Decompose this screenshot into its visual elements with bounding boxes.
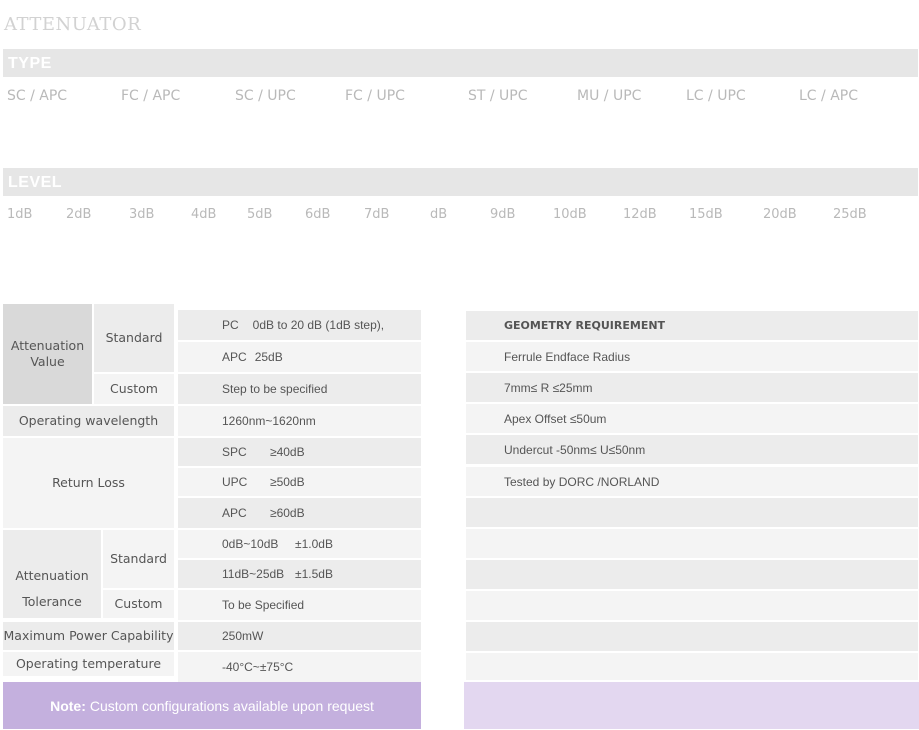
- note-label: Note:: [50, 697, 86, 714]
- geometry-row-8: [466, 560, 918, 589]
- pc-value: 0dB to 20 dB (1dB step),: [252, 318, 385, 332]
- geometry-row-6: [466, 498, 918, 527]
- return-loss-upc-name: UPC: [222, 475, 248, 489]
- max-power-label: Maximum Power Capability: [3, 622, 174, 650]
- level-option-1db[interactable]: 1dB: [7, 207, 32, 222]
- type-option-sc-upc[interactable]: SC / UPC: [235, 88, 296, 104]
- type-section-header: TYPE: [3, 49, 918, 77]
- geometry-header: GEOMETRY REQUIREMENT: [466, 311, 918, 340]
- pc-name: PC: [222, 318, 239, 332]
- geometry-row-11: [466, 653, 918, 680]
- level-option-12db[interactable]: 12dB: [623, 207, 657, 222]
- type-option-lc-apc[interactable]: LC / APC: [799, 88, 858, 104]
- level-option-3db[interactable]: 3dB: [129, 207, 154, 222]
- geometry-row-5: Tested by DORC /NORLAND: [466, 467, 918, 496]
- note-banner: Note: Custom configurations available upo…: [3, 682, 421, 729]
- return-loss-spc-row: SPC ≥40dB: [178, 438, 421, 466]
- attenuation-tolerance-standard-label: Standard: [103, 530, 174, 588]
- tolerance-value-1: ±1.5dB: [295, 567, 333, 581]
- type-option-st-upc[interactable]: ST / UPC: [468, 88, 528, 104]
- level-option-7db[interactable]: 7dB: [364, 207, 389, 222]
- level-option-20db[interactable]: 20dB: [763, 207, 797, 222]
- attenuation-tolerance-label-line2: Tolerance: [22, 594, 82, 609]
- type-option-sc-apc[interactable]: SC / APC: [7, 88, 67, 104]
- note-banner-right: [464, 682, 919, 729]
- attenuation-apc-row: APC 25dB: [178, 342, 421, 372]
- return-loss-spc-name: SPC: [222, 445, 247, 459]
- level-option-9db[interactable]: 9dB: [490, 207, 515, 222]
- return-loss-upc-row: UPC ≥50dB: [178, 468, 421, 496]
- apc-value: 25dB: [254, 350, 283, 364]
- attenuation-value-label-text: Attenuation Value: [10, 338, 85, 369]
- operating-temp-label: Operating temperature: [3, 652, 174, 676]
- geometry-row-10: [466, 622, 918, 651]
- attenuation-tolerance-custom-label: Custom: [103, 590, 174, 618]
- operating-wavelength-value: 1260nm~1620nm: [178, 406, 421, 436]
- attenuation-value-standard-label: Standard: [94, 304, 174, 372]
- return-loss-apc-name: APC: [222, 506, 247, 520]
- apc-name: APC: [222, 350, 247, 364]
- attenuation-tolerance-label-line1: Attenuation: [15, 568, 89, 583]
- page-title: ATTENUATOR: [4, 14, 142, 35]
- tolerance-range-0: 0dB~10dB: [222, 537, 279, 551]
- return-loss-upc-value: ≥50dB: [270, 475, 305, 489]
- attenuation-custom-value: Step to be specified: [178, 374, 421, 404]
- return-loss-apc-value: ≥60dB: [270, 506, 305, 520]
- level-option-10db[interactable]: 10dB: [553, 207, 587, 222]
- type-option-lc-upc[interactable]: LC / UPC: [686, 88, 746, 104]
- level-option-15db[interactable]: 15dB: [689, 207, 723, 222]
- type-option-mu-upc[interactable]: MU / UPC: [577, 88, 641, 104]
- type-option-fc-upc[interactable]: FC / UPC: [345, 88, 405, 104]
- return-loss-apc-row: APC ≥60dB: [178, 498, 421, 528]
- tolerance-value-0: ±1.0dB: [295, 537, 333, 551]
- attenuation-pc-row: PC 0dB to 20 dB (1dB step),: [178, 310, 421, 340]
- max-power-value: 250mW: [178, 622, 421, 650]
- level-option-8db[interactable]: dB: [430, 207, 447, 222]
- note-text: Custom configurations available upon req…: [89, 697, 374, 714]
- geometry-row-4: Undercut -50nm≤ U≤50nm: [466, 435, 918, 464]
- geometry-row-9: [466, 591, 918, 620]
- operating-temp-value: -40°C~±75°C: [178, 652, 421, 682]
- tolerance-row-0-10db: 0dB~10dB ±1.0dB: [178, 530, 421, 558]
- operating-wavelength-label: Operating wavelength: [3, 406, 174, 436]
- geometry-row-2: 7mm≤ R ≤25mm: [466, 373, 918, 402]
- level-section-header: LEVEL: [3, 168, 918, 196]
- level-option-4db[interactable]: 4dB: [191, 207, 216, 222]
- level-option-6db[interactable]: 6dB: [305, 207, 330, 222]
- level-option-25db[interactable]: 25dB: [833, 207, 867, 222]
- level-option-5db[interactable]: 5dB: [247, 207, 272, 222]
- return-loss-label: Return Loss: [3, 438, 174, 528]
- return-loss-spc-value: ≥40dB: [270, 445, 305, 459]
- type-option-fc-apc[interactable]: FC / APC: [121, 88, 180, 104]
- level-option-2db[interactable]: 2dB: [66, 207, 91, 222]
- geometry-row-3: Apex Offset ≤50um: [466, 404, 918, 433]
- tolerance-range-1: 11dB~25dB: [222, 567, 285, 581]
- tolerance-custom-value: To be Specified: [178, 590, 421, 620]
- attenuation-value-custom-label: Custom: [94, 374, 174, 404]
- attenuation-tolerance-label-line2-cell: Tolerance: [3, 590, 101, 618]
- geometry-row-7: [466, 529, 918, 558]
- geometry-row-1: Ferrule Endface Radius: [466, 342, 918, 371]
- attenuation-value-label: Attenuation Value: [3, 304, 92, 404]
- tolerance-row-11-25db: 11dB~25dB ±1.5dB: [178, 560, 421, 588]
